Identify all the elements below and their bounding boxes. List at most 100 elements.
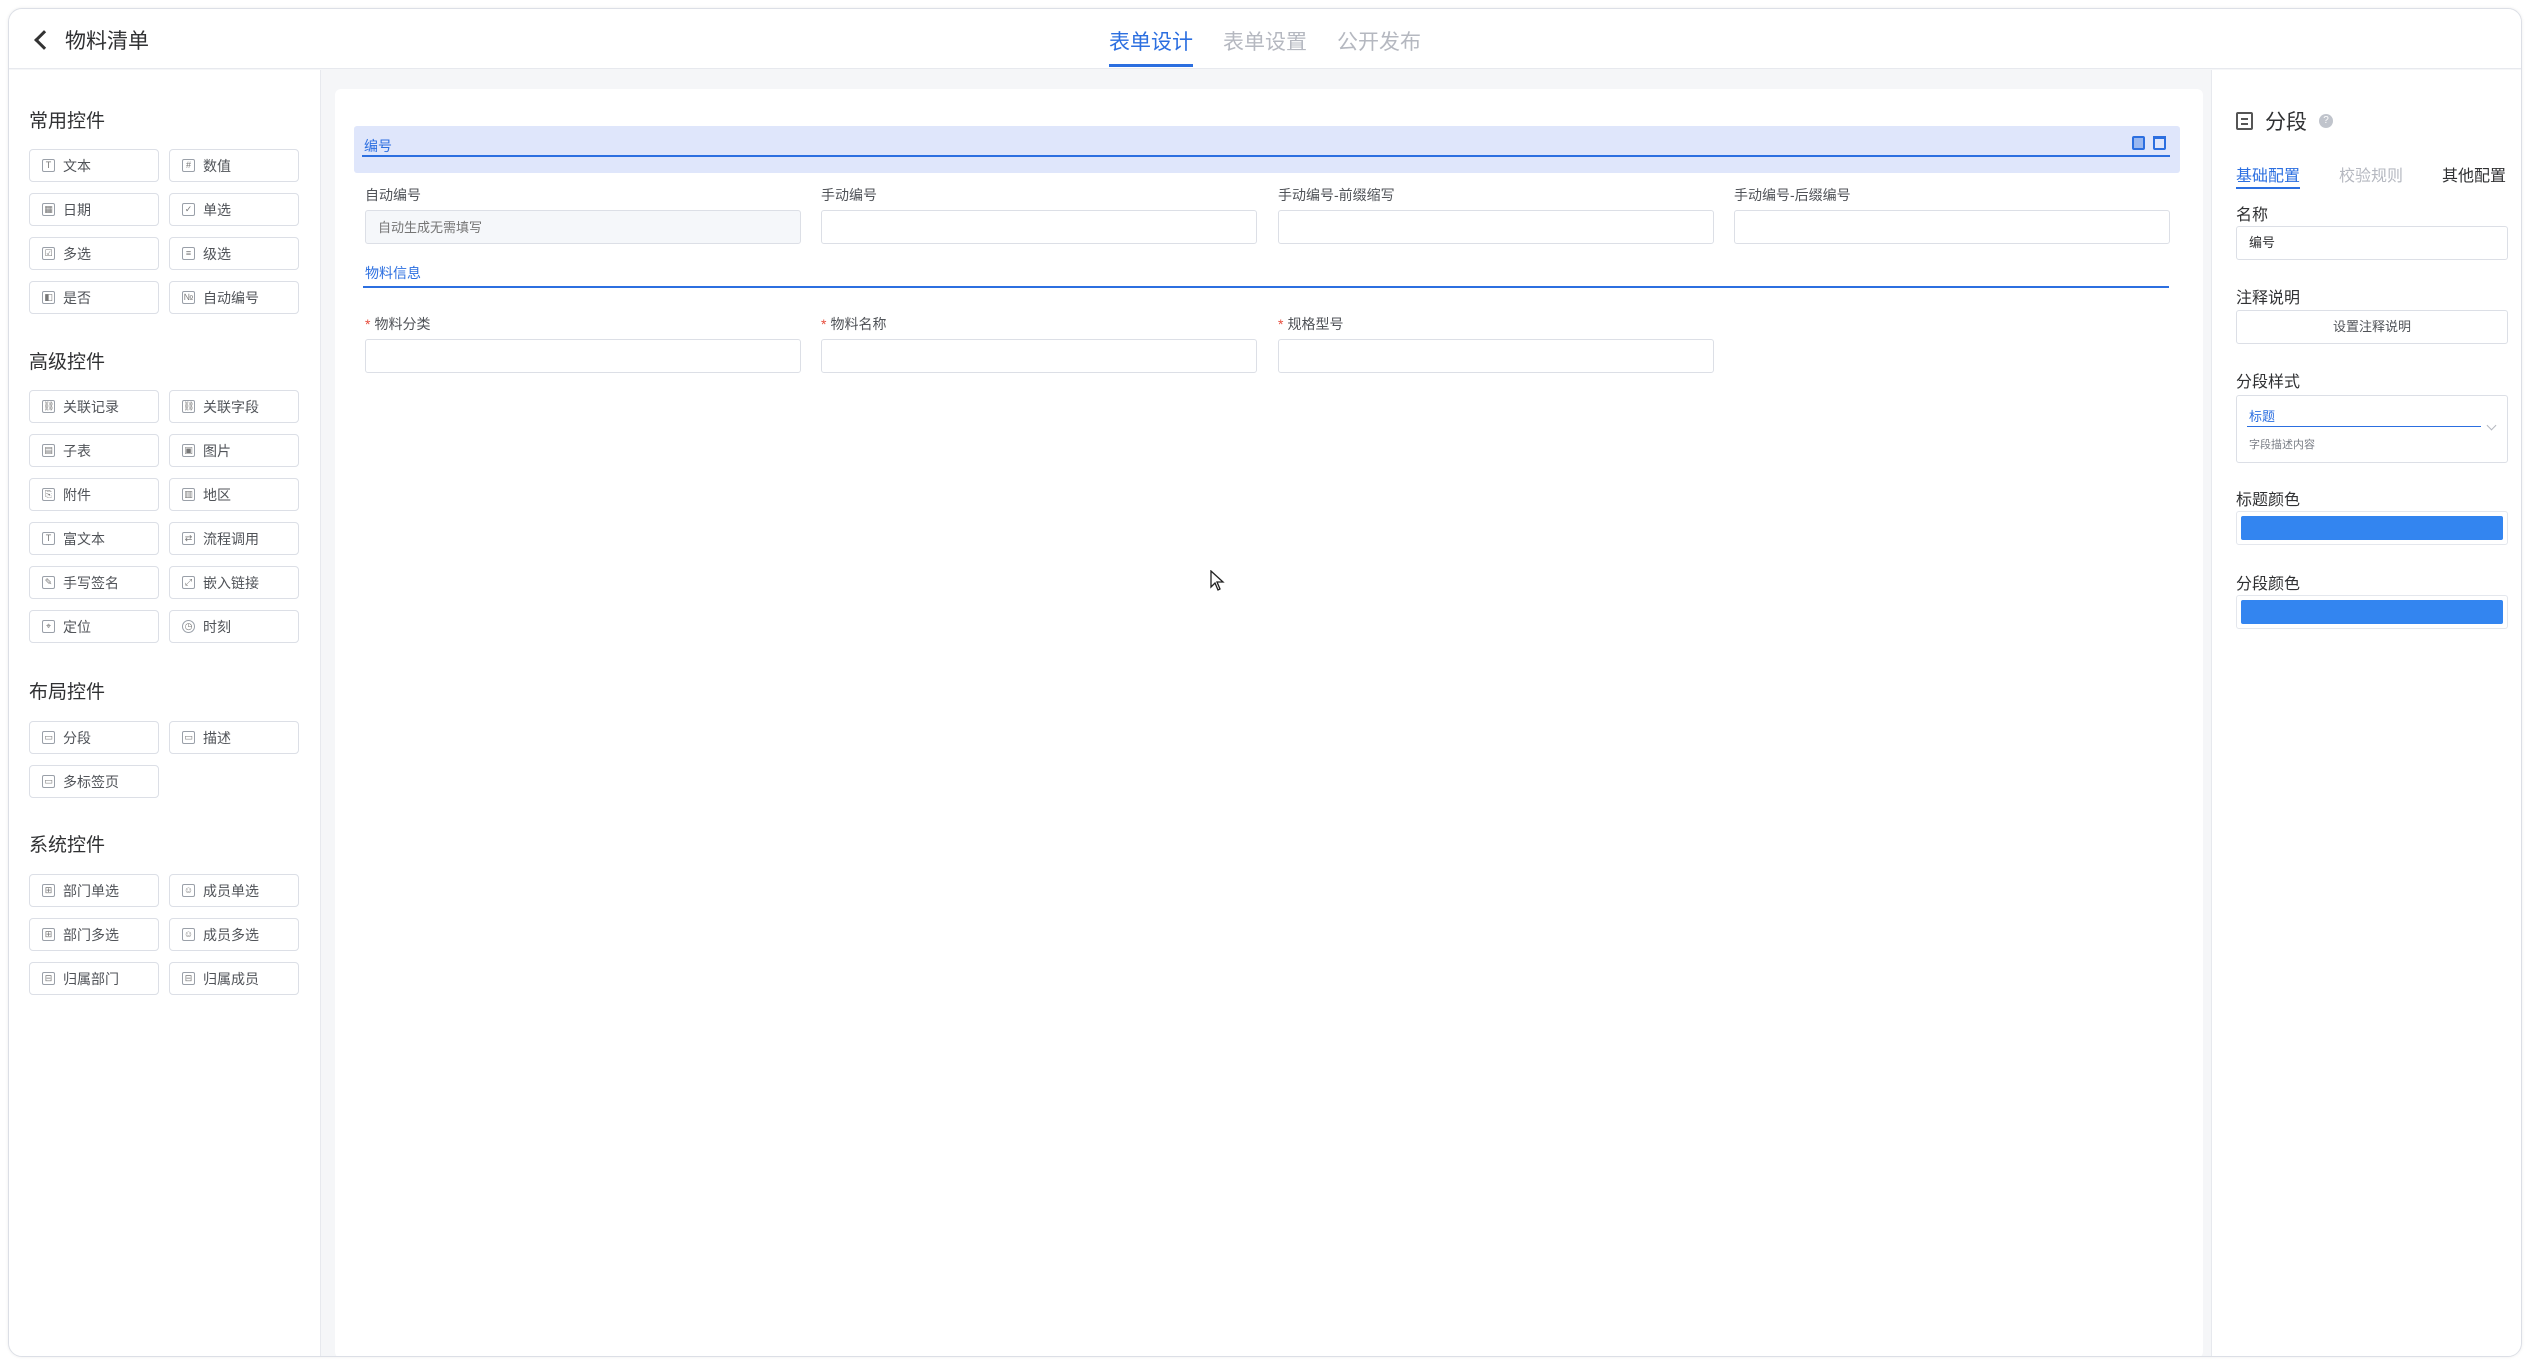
owner-dept-icon: ⊟: [42, 972, 55, 985]
department-multi-icon: ⊞: [42, 928, 55, 941]
ctrl-multi-select[interactable]: ☑ 多选: [29, 237, 159, 270]
ctrl-multi-tab[interactable]: ▭ 多标签页: [29, 765, 159, 798]
mouse-cursor-icon: [1210, 570, 1225, 591]
tab-basic-config[interactable]: 基础配置: [2236, 162, 2301, 189]
ctrl-date[interactable]: ▦ 日期: [29, 193, 159, 226]
section-style-select[interactable]: 标题 字段描述内容: [2236, 395, 2508, 463]
props-title: 分段: [2265, 111, 2307, 134]
set-note-button[interactable]: 设置注释说明: [2236, 310, 2508, 344]
ctrl-attachment[interactable]: ⎘ 附件: [29, 478, 159, 511]
ctrl-owner-member[interactable]: ⊟ 归属成员: [169, 962, 299, 995]
ctrl-member-multi[interactable]: ☺ 成员多选: [169, 918, 299, 951]
tab-public-release[interactable]: 公开发布: [1337, 9, 1421, 69]
field-label-material-category: * 物料分类: [365, 316, 431, 332]
manual-number-input[interactable]: [821, 210, 1257, 244]
auto-number-icon: №: [182, 291, 195, 304]
material-category-input[interactable]: [365, 339, 801, 373]
text-icon: T: [42, 159, 55, 172]
section-color-picker[interactable]: [2236, 595, 2508, 629]
field-label-material-name: * 物料名称: [821, 316, 887, 332]
toggle-icon: ◧: [42, 291, 55, 304]
spec-model-input[interactable]: [1278, 339, 1714, 373]
region-icon: ▥: [182, 488, 195, 501]
title-color-swatch: [2241, 516, 2503, 540]
ctrl-region[interactable]: ▥ 地区: [169, 478, 299, 511]
control-palette: 常用控件 T 文本 # 数值 ▦ 日期 ✓ 单选 ☑ 多选 ≡ 级选 ◧ 是否 № 自动编号 高…: [9, 70, 321, 1356]
help-icon[interactable]: ?: [2319, 114, 2333, 128]
copy-icon[interactable]: [2132, 136, 2145, 150]
section-underline: [362, 155, 2170, 157]
chevron-down-icon: [2486, 420, 2497, 431]
material-name-input[interactable]: [821, 339, 1257, 373]
field-label-suffix: 手动编号-后缀编号: [1734, 187, 1851, 203]
description-icon: ▭: [182, 731, 195, 744]
ctrl-description[interactable]: ▭ 描述: [169, 721, 299, 754]
ctrl-related-record[interactable]: ⛓ 关联记录: [29, 390, 159, 423]
ctrl-time[interactable]: ◷ 时刻: [169, 610, 299, 643]
table-icon: ▤: [42, 444, 55, 457]
department-icon: ⊞: [42, 884, 55, 897]
field-label-prefix: 手动编号-前缀缩写: [1278, 187, 1395, 203]
ctrl-subtable[interactable]: ▤ 子表: [29, 434, 159, 467]
back-button[interactable]: 物料清单: [31, 25, 149, 55]
ctrl-dept-single[interactable]: ⊞ 部门单选: [29, 874, 159, 907]
section-icon: [2236, 112, 2253, 130]
calendar-icon: ▦: [42, 203, 55, 216]
section-bar-selected[interactable]: 编号: [354, 126, 2180, 173]
tab-form-settings[interactable]: 表单设置: [1223, 9, 1307, 69]
ctrl-cascade[interactable]: ≡ 级选: [169, 237, 299, 270]
tab-other-config[interactable]: 其他配置: [2442, 162, 2506, 186]
style-underline: [2247, 426, 2481, 427]
title-color-picker[interactable]: [2236, 511, 2508, 545]
member-multi-icon: ☺: [182, 928, 195, 941]
field-label-manual-number: 手动编号: [821, 187, 877, 203]
ctrl-section[interactable]: ▭ 分段: [29, 721, 159, 754]
ctrl-yes-no[interactable]: ◧ 是否: [29, 281, 159, 314]
group-title-advanced: 高级控件: [29, 352, 106, 373]
radio-check-icon: ✓: [182, 203, 195, 216]
style-title-preview: 标题: [2249, 409, 2276, 424]
flow-icon: ⇄: [182, 532, 195, 545]
page-title: 物料清单: [65, 30, 149, 53]
ctrl-flow-call[interactable]: ⇄ 流程调用: [169, 522, 299, 555]
embed-link-icon: ⤢: [182, 576, 195, 589]
section-actions: [2124, 136, 2166, 150]
section-color-swatch: [2241, 600, 2503, 624]
ctrl-signature[interactable]: ✎ 手写签名: [29, 566, 159, 599]
props-header: 分段 ?: [2236, 106, 2333, 136]
section-label: 编号: [364, 138, 392, 154]
cascade-icon: ≡: [182, 247, 195, 260]
tab-form-design[interactable]: 表单设计: [1109, 9, 1193, 69]
section-color-label: 分段颜色: [2236, 576, 2301, 593]
section-underline-material-info: [363, 286, 2169, 288]
main-tabs: 表单设计 表单设置 公开发布: [1109, 9, 1451, 69]
ctrl-member-single[interactable]: ☺ 成员单选: [169, 874, 299, 907]
trash-icon[interactable]: [2153, 136, 2166, 150]
app-window: 物料清单 表单设计 表单设置 公开发布 常用控件 T 文本 # 数值 ▦ 日期 ✓ 单选…: [8, 8, 2522, 1357]
tab-validation-rules[interactable]: 校验规则: [2339, 162, 2403, 186]
style-desc-preview: 字段描述内容: [2249, 439, 2315, 451]
chevron-left-icon: [34, 30, 54, 50]
ctrl-image[interactable]: ▣ 图片: [169, 434, 299, 467]
prefix-input[interactable]: [1278, 210, 1714, 244]
auto-number-input[interactable]: [365, 210, 801, 244]
name-input[interactable]: 编号: [2236, 226, 2508, 260]
link-field-icon: ⛓: [182, 400, 195, 413]
ctrl-location[interactable]: ⌖ 定位: [29, 610, 159, 643]
required-mark: *: [821, 316, 827, 332]
ctrl-owner-dept[interactable]: ⊟ 归属部门: [29, 962, 159, 995]
signature-icon: ✎: [42, 576, 55, 589]
ctrl-dept-multi[interactable]: ⊞ 部门多选: [29, 918, 159, 951]
section-label-material-info[interactable]: 物料信息: [365, 263, 421, 283]
ctrl-auto-number[interactable]: № 自动编号: [169, 281, 299, 314]
owner-member-icon: ⊟: [182, 972, 195, 985]
ctrl-rich-text[interactable]: T 富文本: [29, 522, 159, 555]
ctrl-related-field[interactable]: ⛓ 关联字段: [169, 390, 299, 423]
ctrl-single-select[interactable]: ✓ 单选: [169, 193, 299, 226]
ctrl-number[interactable]: # 数值: [169, 149, 299, 182]
suffix-input[interactable]: [1734, 210, 2170, 244]
ctrl-embed-link[interactable]: ⤢ 嵌入链接: [169, 566, 299, 599]
ctrl-text[interactable]: T 文本: [29, 149, 159, 182]
location-icon: ⌖: [42, 620, 55, 633]
image-icon: ▣: [182, 444, 195, 457]
